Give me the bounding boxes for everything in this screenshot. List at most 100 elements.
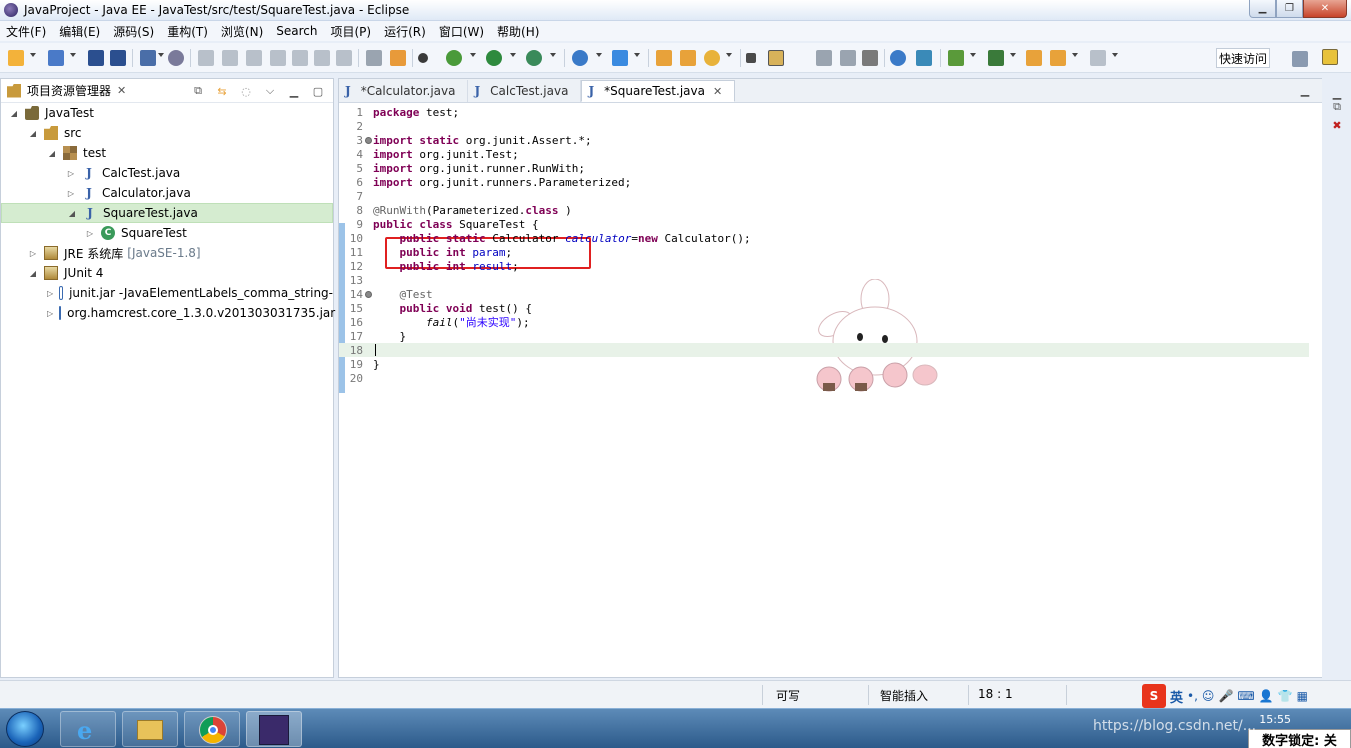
resume-icon[interactable] <box>198 50 214 66</box>
tree-item[interactable]: ◢ JavaTest <box>1 103 333 123</box>
collapse-all-icon[interactable]: ⧉ <box>191 84 205 98</box>
debug-icon[interactable] <box>446 50 462 66</box>
collapsed-twisty-icon[interactable]: ▷ <box>85 229 95 238</box>
skin-icon[interactable]: 👕 <box>1278 689 1293 703</box>
open-task-icon[interactable] <box>680 50 696 66</box>
edit-mode-icon[interactable] <box>768 50 784 66</box>
menu-item[interactable]: 源码(S) <box>113 23 154 40</box>
open-console-icon[interactable] <box>140 50 156 66</box>
new-icon[interactable] <box>8 50 24 66</box>
expanded-twisty-icon[interactable]: ◢ <box>47 149 57 158</box>
minimize-button[interactable]: ▁ <box>1249 0 1276 18</box>
link-editor-icon[interactable]: ⇆ <box>215 84 229 98</box>
web-browser-icon[interactable] <box>890 50 906 66</box>
menu-item[interactable]: 浏览(N) <box>221 23 263 40</box>
start-button[interactable] <box>6 711 44 747</box>
forward-icon[interactable] <box>1090 50 1106 66</box>
run-icon[interactable] <box>486 50 502 66</box>
restore-button[interactable]: ❐ <box>1276 0 1303 18</box>
minimize-editor-icon[interactable]: ▁ <box>1298 83 1312 97</box>
open-perspective-icon[interactable] <box>1292 51 1308 67</box>
quick-access-input[interactable]: 快速访问 <box>1216 48 1270 68</box>
tree-item[interactable]: ▷ JRE 系统库 [JavaSE-1.8] <box>1 243 333 263</box>
mark-occurrences-icon[interactable] <box>390 50 406 66</box>
voice-icon[interactable]: 🎤 <box>1218 689 1233 703</box>
menu-item[interactable]: 文件(F) <box>6 23 46 40</box>
taskbar-chrome-icon[interactable] <box>184 711 240 747</box>
taskbar-ie-icon[interactable]: e <box>60 711 116 747</box>
servers-icon[interactable] <box>612 50 628 66</box>
menu-item[interactable]: 编辑(E) <box>59 23 100 40</box>
taskbar-eclipse-icon[interactable] <box>246 711 302 747</box>
step-return-icon[interactable] <box>336 50 352 66</box>
ime-language[interactable]: 英 <box>1170 687 1183 706</box>
show-whitespace-icon[interactable] <box>862 50 878 66</box>
tree-item[interactable]: ▷ org.hamcrest.core_1.3.0.v201303031735.j… <box>1 303 335 323</box>
problems-icon[interactable]: ✖ <box>1330 118 1344 132</box>
minimize-view-icon[interactable]: ▁ <box>287 84 301 98</box>
keyboard-icon[interactable]: ⌨ <box>1237 689 1254 703</box>
coverage-icon[interactable] <box>526 50 542 66</box>
restore-icon[interactable]: ▁ <box>1330 86 1344 100</box>
last-edit-icon[interactable] <box>1026 50 1042 66</box>
save-icon[interactable] <box>88 50 104 66</box>
step-into-icon[interactable] <box>292 50 308 66</box>
close-button[interactable]: ✕ <box>1303 0 1347 18</box>
back-icon[interactable] <box>1050 50 1066 66</box>
menu-item[interactable]: 重构(T) <box>167 23 208 40</box>
fold-icon[interactable] <box>365 290 372 298</box>
punctuation-icon[interactable]: •, <box>1187 689 1198 703</box>
search-icon[interactable] <box>704 50 720 66</box>
emoji-icon[interactable]: ☺ <box>1202 689 1215 703</box>
tree-item[interactable]: ▷ junit.jar -JavaElementLabels_comma_stri… <box>1 283 333 303</box>
open-type-icon[interactable] <box>656 50 672 66</box>
collapsed-twisty-icon[interactable]: ▷ <box>47 289 53 298</box>
tree-item[interactable]: ◢ test <box>1 143 333 163</box>
deploy-icon[interactable] <box>948 50 964 66</box>
view-menu-icon[interactable]: ⌵ <box>263 84 277 98</box>
focus-icon[interactable]: ◌ <box>239 84 253 98</box>
tree-item[interactable]: ◢ J SquareTest.java <box>1 203 333 223</box>
close-view-icon[interactable]: ✕ <box>117 84 126 97</box>
fold-icon[interactable] <box>365 136 372 144</box>
user-icon[interactable]: 👤 <box>1259 689 1274 703</box>
maximize-view-icon[interactable]: ▢ <box>311 84 325 98</box>
pin-editor-icon[interactable] <box>746 53 756 63</box>
external-tools-icon[interactable] <box>572 50 588 66</box>
tree-item[interactable]: ◢ JUnit 4 <box>1 263 333 283</box>
expanded-twisty-icon[interactable]: ◢ <box>9 109 19 118</box>
breadcrumb-icon[interactable] <box>418 53 428 63</box>
java-ee-perspective-icon[interactable] <box>1322 49 1338 65</box>
block-selection-icon[interactable] <box>840 50 856 66</box>
close-tab-icon[interactable]: ✕ <box>713 85 722 98</box>
suspend-icon[interactable] <box>222 50 238 66</box>
editor-tab[interactable]: J *Calculator.java <box>339 80 469 102</box>
collapsed-twisty-icon[interactable]: ▷ <box>47 309 53 318</box>
expanded-twisty-icon[interactable]: ◢ <box>28 129 38 138</box>
save-all-icon[interactable] <box>110 50 126 66</box>
tree-item[interactable]: ▷ C SquareTest <box>1 223 333 243</box>
editor-tab[interactable]: J CalcTest.java <box>468 80 582 102</box>
tree-item[interactable]: ▷ J Calculator.java <box>1 183 333 203</box>
menu-item[interactable]: 运行(R) <box>384 23 426 40</box>
skip-breakpoints-icon[interactable] <box>168 50 184 66</box>
collapsed-twisty-icon[interactable]: ▷ <box>28 249 38 258</box>
editor-tab[interactable]: J *SquareTest.java ✕ <box>581 80 736 102</box>
menu-item[interactable]: 帮助(H) <box>497 23 539 40</box>
expanded-twisty-icon[interactable]: ◢ <box>28 269 38 278</box>
menu-item[interactable]: 项目(P) <box>331 23 372 40</box>
collapsed-twisty-icon[interactable]: ▷ <box>66 189 76 198</box>
toggle-comment-icon[interactable] <box>366 50 382 66</box>
team-icon[interactable] <box>916 50 932 66</box>
step-over-icon[interactable] <box>314 50 330 66</box>
disconnect-icon[interactable] <box>270 50 286 66</box>
new-project-icon[interactable] <box>48 50 64 66</box>
sogou-icon[interactable]: S <box>1142 684 1166 708</box>
word-wrap-icon[interactable] <box>816 50 832 66</box>
export-icon[interactable] <box>988 50 1004 66</box>
tools-icon[interactable]: ▦ <box>1297 689 1308 703</box>
tree-item[interactable]: ▷ J CalcTest.java <box>1 163 333 183</box>
collapsed-twisty-icon[interactable]: ▷ <box>66 169 76 178</box>
taskbar-explorer-icon[interactable] <box>122 711 178 747</box>
menu-item[interactable]: Search <box>276 24 317 38</box>
